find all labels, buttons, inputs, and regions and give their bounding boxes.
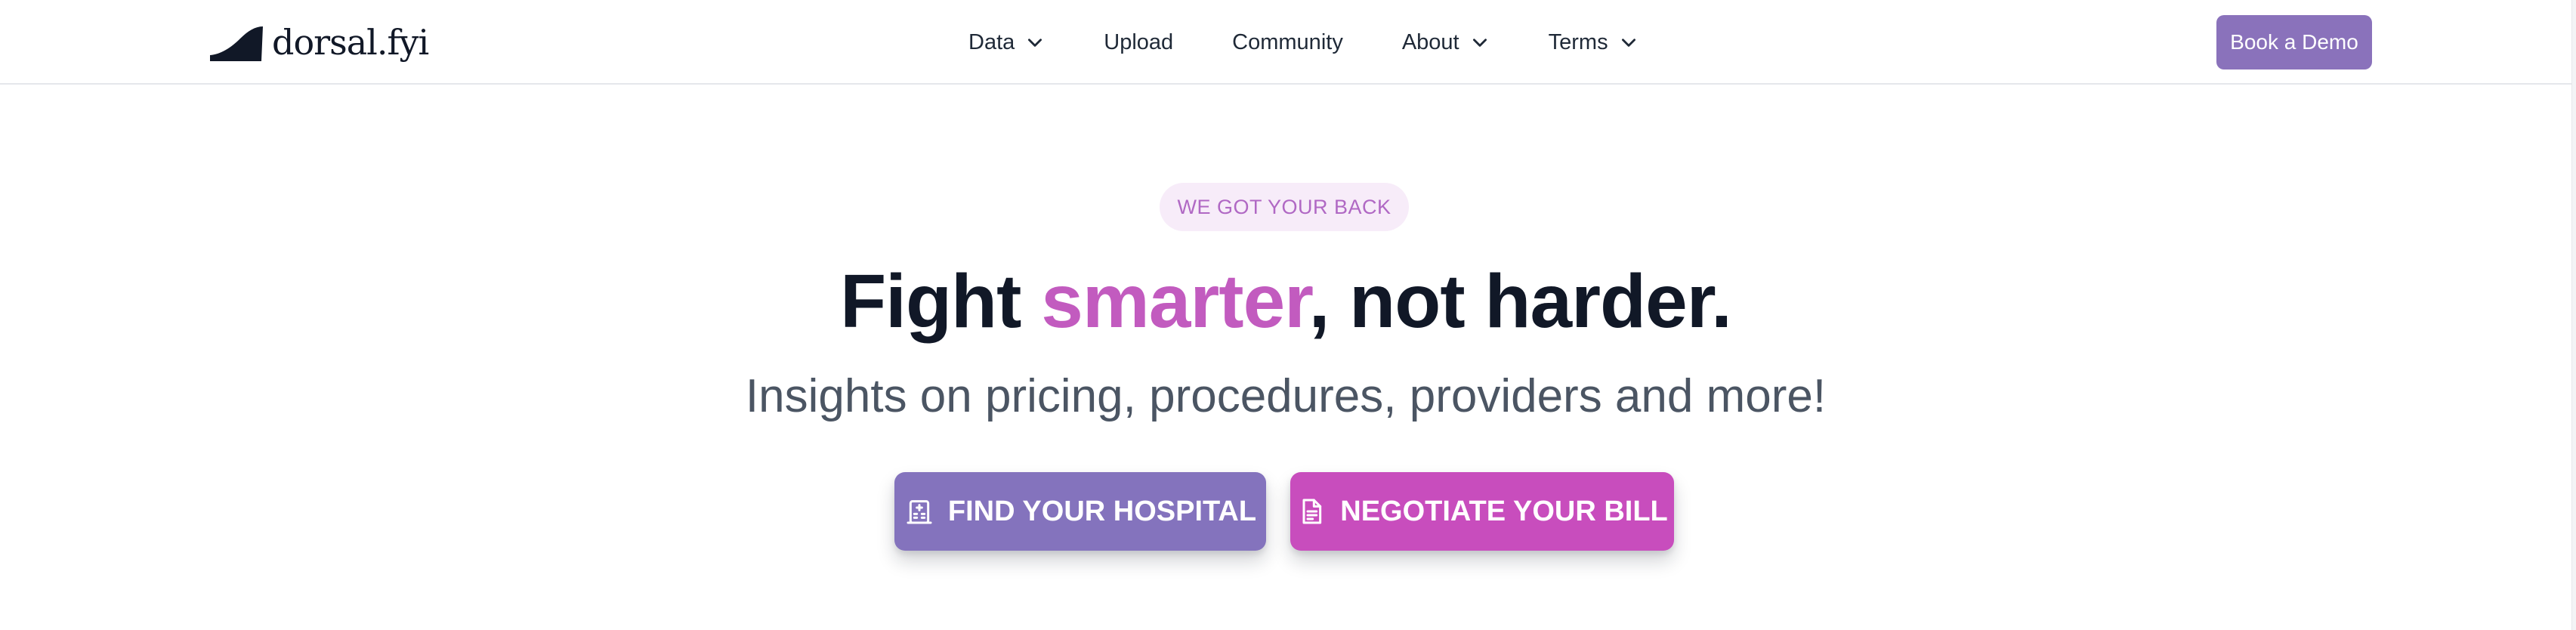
find-hospital-label: FIND YOUR HOSPITAL [947,495,1257,527]
hero-headline: Fight smarter, not harder. [0,260,2571,343]
hero-section: WE GOT YOUR BACK Fight smarter, not hard… [0,85,2571,630]
book-demo-button[interactable]: Book a Demo [2216,15,2372,69]
nav-item-label: Data [968,29,1015,54]
chevron-down-icon [1472,39,1487,47]
main-nav: Data Upload Community About Terms [968,0,1639,85]
negotiate-bill-label: NEGOTIATE YOUR BILL [1340,495,1668,527]
headline-text: , not harder. [1308,259,1732,344]
headline-accent-text: smarter [1041,259,1309,344]
top-navbar: dorsal.fyi Data Upload Community About T… [0,0,2571,85]
find-hospital-button[interactable]: FIND YOUR HOSPITAL [894,472,1266,551]
brand-name: dorsal.fyi [272,22,429,63]
nav-item-community[interactable]: Community [1232,30,1343,55]
chevron-down-icon [1621,39,1635,47]
negotiate-bill-button[interactable]: NEGOTIATE YOUR BILL [1290,472,1674,551]
logo-link[interactable]: dorsal.fyi [210,22,429,63]
hospital-icon [907,500,932,524]
nav-item-label: Upload [1104,29,1174,54]
headline-text: Fight [840,259,1042,344]
nav-item-label: Community [1232,29,1343,54]
chevron-down-icon [1028,39,1042,47]
document-icon [1302,499,1322,524]
page: dorsal.fyi Data Upload Community About T… [0,0,2576,630]
hero-badge: WE GOT YOUR BACK [1160,183,1409,231]
nav-item-terms[interactable]: Terms [1549,30,1639,55]
nav-item-upload[interactable]: Upload [1104,30,1173,55]
dorsal-fin-logo-icon [210,26,263,61]
nav-item-about[interactable]: About [1402,30,1490,55]
nav-item-label: Terms [1548,29,1608,54]
window-edge-scrollbar [2571,0,2576,630]
nav-item-data[interactable]: Data [968,30,1045,55]
nav-item-label: About [1401,29,1459,54]
hero-subheadline: Insights on pricing, procedures, provide… [745,370,1827,422]
